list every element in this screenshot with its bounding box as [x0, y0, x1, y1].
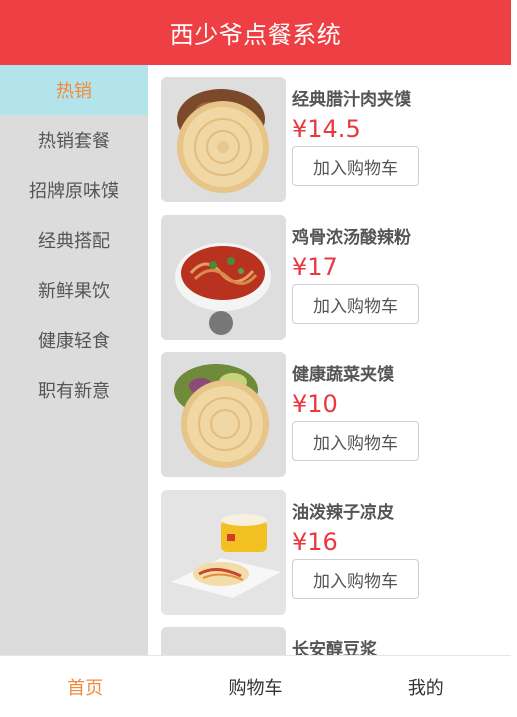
product-name: 油泼辣子凉皮: [292, 503, 394, 523]
sidebar-item-light-meals[interactable]: 健康轻食: [0, 315, 148, 365]
product-card: 鸡骨浓汤酸辣粉 ¥17 加入购物车: [161, 215, 506, 340]
product-price: ¥10: [292, 390, 338, 418]
product-image-soymilk[interactable]: [161, 627, 286, 655]
product-image-liangpi[interactable]: [161, 490, 286, 615]
product-card: 长安醇豆浆: [161, 627, 506, 655]
product-image-roujiamo[interactable]: [161, 77, 286, 202]
add-to-cart-button[interactable]: 加入购物车: [292, 146, 419, 186]
sidebar-item-fresh-drinks[interactable]: 新鲜果饮: [0, 265, 148, 315]
product-card: 油泼辣子凉皮 ¥16 加入购物车: [161, 490, 506, 615]
sidebar-item-classic-combo[interactable]: 经典搭配: [0, 215, 148, 265]
app: 西少爷点餐系统 热销 热销套餐 招牌原味馍 经典搭配 新鲜果饮 健康轻食 职有新…: [0, 0, 517, 717]
category-sidebar: 热销 热销套餐 招牌原味馍 经典搭配 新鲜果饮 健康轻食 职有新意: [0, 65, 148, 655]
sidebar-item-signature-mo[interactable]: 招牌原味馍: [0, 165, 148, 215]
sidebar-item-new-ideas[interactable]: 职有新意: [0, 365, 148, 415]
product-image-veggie-mo[interactable]: [161, 352, 286, 477]
product-name: 长安醇豆浆: [292, 640, 377, 655]
product-card: 健康蔬菜夹馍 ¥10 加入购物车: [161, 352, 506, 477]
product-list[interactable]: 经典腊汁肉夹馍 ¥14.5 加入购物车 鸡骨浓汤酸辣粉 ¥17 加入购物车 健康…: [148, 65, 511, 655]
product-name: 经典腊汁肉夹馍: [292, 90, 411, 110]
add-to-cart-button[interactable]: 加入购物车: [292, 421, 419, 461]
sidebar-item-hot[interactable]: 热销: [0, 65, 148, 115]
add-to-cart-button[interactable]: 加入购物车: [292, 284, 419, 324]
product-name: 鸡骨浓汤酸辣粉: [292, 228, 411, 248]
product-price: ¥14.5: [292, 115, 361, 143]
tab-home[interactable]: 首页: [0, 656, 170, 717]
add-to-cart-button[interactable]: 加入购物车: [292, 559, 419, 599]
product-name: 健康蔬菜夹馍: [292, 365, 394, 385]
page-edge: [511, 0, 517, 717]
product-card: 经典腊汁肉夹馍 ¥14.5 加入购物车: [161, 77, 506, 202]
bottom-tab-bar: 首页 购物车 我的: [0, 655, 511, 717]
product-price: ¥17: [292, 253, 338, 281]
page-title: 西少爷点餐系统: [169, 21, 342, 49]
tab-profile[interactable]: 我的: [341, 656, 511, 717]
tab-cart[interactable]: 购物车: [170, 656, 340, 717]
product-price: ¥16: [292, 528, 338, 556]
product-image-noodles[interactable]: [161, 215, 286, 340]
app-header: 西少爷点餐系统: [0, 0, 511, 65]
sidebar-item-hot-combo[interactable]: 热销套餐: [0, 115, 148, 165]
